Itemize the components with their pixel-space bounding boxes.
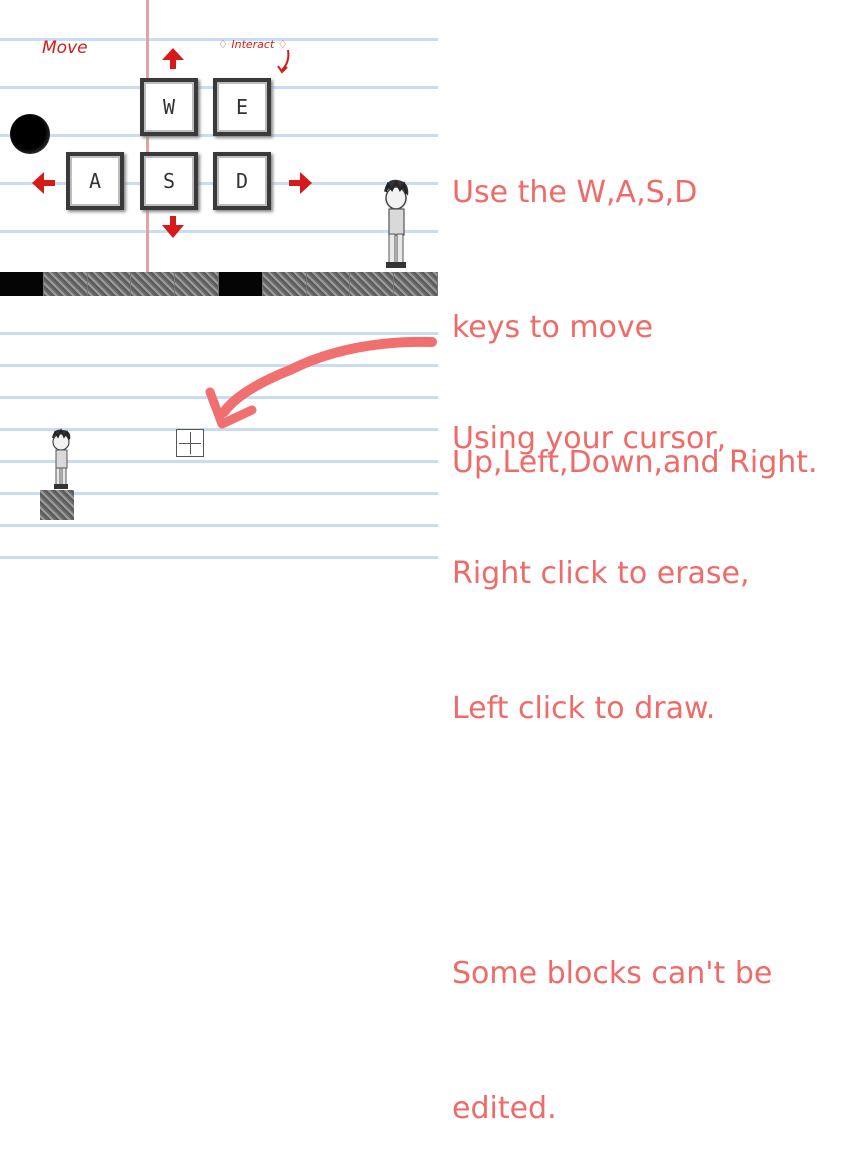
move-label: Move <box>42 38 88 58</box>
notebook-rule <box>0 524 438 527</box>
draw-instruction-line: edited. <box>452 1091 557 1126</box>
arrow-right-icon <box>289 172 312 194</box>
key-s: S <box>140 152 198 210</box>
key-d: D <box>213 152 271 210</box>
black-ball <box>10 114 50 154</box>
notebook-margin-line <box>146 0 149 296</box>
draw-instructions: Using your cursor, Right click to erase,… <box>452 326 772 1176</box>
interact-pointer-icon <box>277 49 290 74</box>
arrow-left-icon <box>32 172 55 194</box>
notebook-rule <box>0 556 438 559</box>
move-instruction-line: Use the W,A,S,D <box>452 175 698 210</box>
notebook-rule <box>0 230 438 233</box>
ground-block <box>40 490 74 520</box>
crosshair-cursor-icon <box>176 429 204 457</box>
draw-instruction-line: Some blocks can't be <box>452 956 773 991</box>
key-w: W <box>140 78 198 136</box>
ground-tiles <box>0 272 438 296</box>
key-a: A <box>66 152 124 210</box>
player-character <box>384 179 409 268</box>
arrow-down-icon <box>162 216 184 238</box>
draw-instruction-line: Using your cursor, <box>452 421 727 456</box>
key-e: E <box>213 78 271 136</box>
arrow-up-icon <box>162 48 184 69</box>
controls-panel: Move ♢ Interact ♢ W E A S D <box>0 0 438 296</box>
draw-instruction-line: Right click to erase, <box>452 556 750 591</box>
draw-instruction-line: Left click to draw. <box>452 691 716 726</box>
curved-arrow-icon <box>205 336 437 429</box>
player-character-small <box>52 428 71 489</box>
